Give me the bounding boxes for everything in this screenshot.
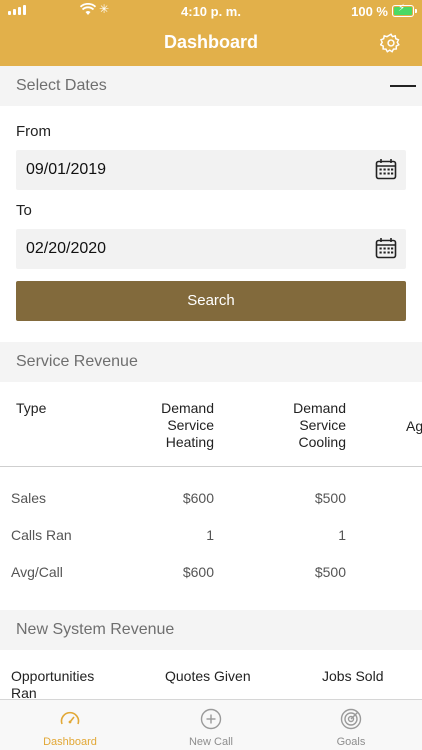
target-icon <box>340 708 362 730</box>
select-dates-header[interactable]: Select Dates <box>0 66 422 106</box>
app-header: ✳ 4:10 p. m. 100 % ⚡ Dashboard <box>0 0 422 66</box>
cell-calls-cooling: 1 <box>338 527 346 543</box>
page-title: Dashboard <box>163 32 259 52</box>
column-header-quotes: Quotes Given <box>165 668 251 684</box>
tab-dashboard[interactable]: Dashboard <box>0 700 140 750</box>
service-revenue-title: Service Revenue <box>16 353 138 370</box>
tab-bar: Dashboard New Call Goals <box>0 699 422 750</box>
column-header-type: Type <box>16 400 47 416</box>
search-button[interactable]: Search <box>16 281 406 321</box>
calendar-icon[interactable] <box>375 237 397 259</box>
new-system-revenue-header: New System Revenue <box>0 610 422 650</box>
table-divider <box>0 466 422 467</box>
tab-goals[interactable]: Goals <box>281 700 421 750</box>
to-date-value: 02/20/2020 <box>26 240 107 257</box>
cell-calls-heating: 1 <box>206 527 214 543</box>
row-label-calls-ran: Calls Ran <box>11 527 72 543</box>
to-date-field[interactable]: 02/20/2020 <box>16 229 406 269</box>
to-label: To <box>16 202 32 219</box>
column-header-partial: Ag <box>406 418 422 434</box>
plus-circle-icon <box>200 708 222 730</box>
gear-icon[interactable] <box>380 32 402 54</box>
battery-percent: 100 % <box>351 4 388 19</box>
from-label: From <box>16 123 51 140</box>
service-revenue-header: Service Revenue <box>0 342 422 382</box>
tab-label-dashboard: Dashboard <box>43 736 97 748</box>
battery-icon: ⚡ <box>392 3 417 17</box>
tab-new-call[interactable]: New Call <box>141 700 281 750</box>
new-system-revenue-title: New System Revenue <box>16 621 175 638</box>
from-date-field[interactable]: 09/01/2019 <box>16 150 406 190</box>
gauge-icon <box>60 711 80 725</box>
column-header-jobs-sold: Jobs Sold <box>322 668 384 684</box>
calendar-icon[interactable] <box>375 158 397 180</box>
collapse-icon[interactable] <box>390 85 416 87</box>
row-label-avg-call: Avg/Call <box>11 564 63 580</box>
cell-avg-heating: $600 <box>182 564 214 580</box>
column-header-heating: Demand Service Heating <box>161 400 214 450</box>
cell-avg-cooling: $500 <box>314 564 346 580</box>
status-bar: ✳ 4:10 p. m. 100 % ⚡ <box>0 0 422 22</box>
column-header-cooling: Demand Service Cooling <box>293 400 346 450</box>
tab-label-new-call: New Call <box>188 736 233 748</box>
select-dates-title: Select Dates <box>16 77 107 94</box>
cell-sales-heating: $600 <box>182 490 214 506</box>
row-label-sales: Sales <box>11 490 47 506</box>
tab-label-goals: Goals <box>336 736 366 748</box>
column-header-opportunities: Opportunities Ran <box>11 668 95 701</box>
cell-sales-cooling: $500 <box>314 490 346 506</box>
from-date-value: 09/01/2019 <box>26 161 107 178</box>
